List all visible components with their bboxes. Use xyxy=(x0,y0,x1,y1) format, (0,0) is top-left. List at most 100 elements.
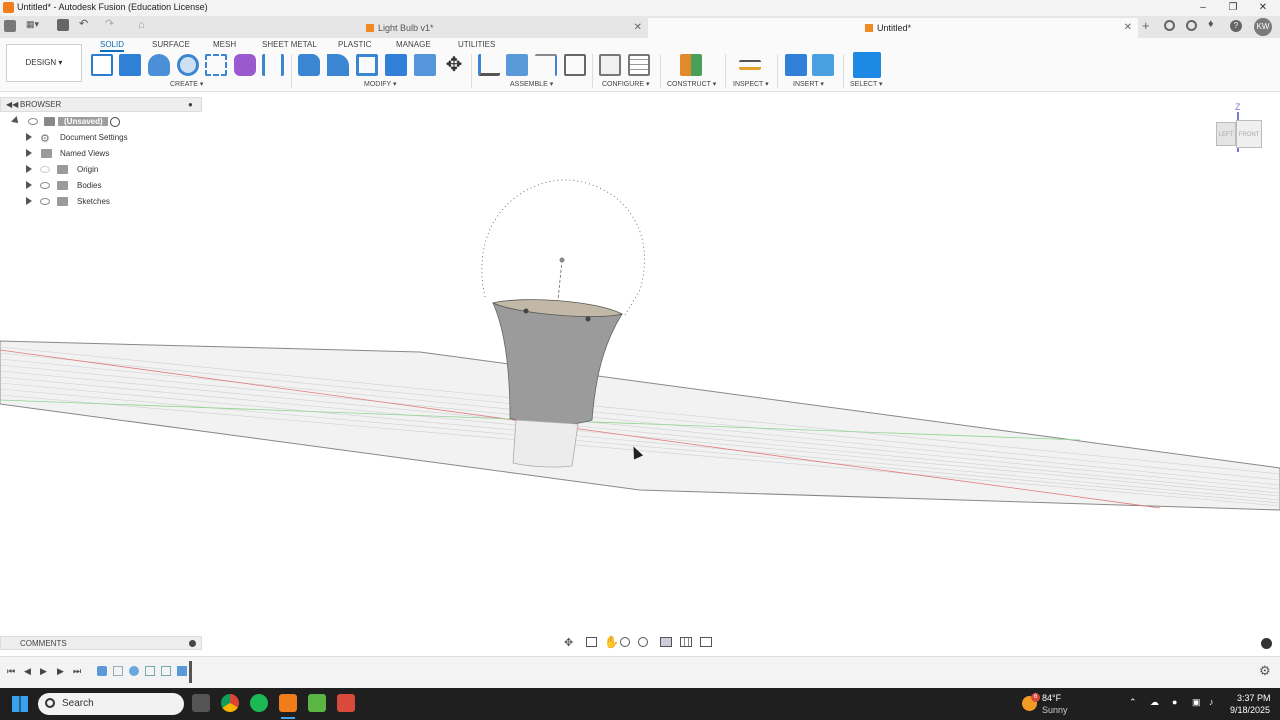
press-pull-icon[interactable] xyxy=(298,54,320,76)
close-tab-icon[interactable]: ✕ xyxy=(1124,18,1132,38)
display-icon[interactable]: ▣ xyxy=(1192,697,1201,708)
tray-overflow-icon[interactable]: ⌃ xyxy=(1129,697,1137,708)
combine-icon[interactable] xyxy=(385,54,407,76)
tab-untitled[interactable]: Untitled* ✕ xyxy=(648,18,1138,38)
tab-utilities[interactable]: UTILITIES xyxy=(458,40,495,49)
fit-zoom-icon[interactable] xyxy=(638,637,648,647)
activate-radio-icon[interactable] xyxy=(110,117,120,127)
shell-icon[interactable] xyxy=(356,54,378,76)
expand-icon[interactable] xyxy=(26,165,32,173)
as-built-joint-icon[interactable] xyxy=(535,54,557,76)
close-window-button[interactable]: ✕ xyxy=(1248,0,1278,16)
browser-pin-icon[interactable]: ● xyxy=(188,100,193,109)
timeline-revolve-icon[interactable] xyxy=(129,666,139,676)
look-at-icon[interactable] xyxy=(586,637,597,647)
comments-add-icon[interactable] xyxy=(189,640,196,647)
collapse-browser-icon[interactable]: ◀◀ xyxy=(6,100,18,109)
ai-assistant-icon[interactable] xyxy=(1261,638,1272,649)
configure-menu[interactable]: CONFIGURE ▾ xyxy=(602,80,649,88)
expand-icon[interactable] xyxy=(26,181,32,189)
spotify-icon[interactable] xyxy=(250,694,268,712)
microphone-icon[interactable]: ● xyxy=(1172,697,1177,707)
insert-canvas-icon[interactable] xyxy=(812,54,834,76)
app-icon[interactable] xyxy=(337,694,355,712)
form-icon[interactable] xyxy=(234,54,256,76)
timeline-start-icon[interactable]: ⏮ xyxy=(7,666,15,677)
display-settings-icon[interactable] xyxy=(660,637,672,647)
pan-hand-icon[interactable]: ✋ xyxy=(604,635,619,649)
timeline-back-icon[interactable]: ◀ xyxy=(24,666,31,677)
restore-button[interactable]: ❐ xyxy=(1218,0,1248,16)
visibility-eye-icon[interactable] xyxy=(40,166,50,173)
tab-mesh[interactable]: MESH xyxy=(213,40,236,49)
viewports-icon[interactable] xyxy=(700,637,712,647)
fillet-icon[interactable] xyxy=(327,54,349,76)
extensions-icon[interactable] xyxy=(1164,20,1175,31)
measure-icon[interactable] xyxy=(739,60,761,70)
configurations-icon[interactable] xyxy=(628,54,650,76)
browser-item-named-views[interactable]: Named Views xyxy=(0,146,202,162)
expand-icon[interactable] xyxy=(26,133,32,141)
tab-solid[interactable]: SOLID xyxy=(100,40,125,52)
extrude-icon[interactable] xyxy=(119,54,141,76)
insert-menu[interactable]: INSERT ▾ xyxy=(793,80,824,88)
tab-plastic[interactable]: PLASTIC xyxy=(338,40,371,49)
visibility-eye-icon[interactable] xyxy=(40,198,50,205)
expand-icon[interactable] xyxy=(11,116,21,126)
construct-menu[interactable]: CONSTRUCT ▾ xyxy=(667,80,716,88)
insert-derive-icon[interactable] xyxy=(785,54,807,76)
offset-plane-icon[interactable] xyxy=(680,54,702,76)
new-tab-icon[interactable]: + xyxy=(1142,18,1150,33)
create-sketch-icon[interactable] xyxy=(91,54,113,76)
tab-light-bulb[interactable]: Light Bulb v1* ✕ xyxy=(156,18,648,38)
zoom-icon[interactable] xyxy=(620,637,630,647)
timeline-sketch-icon[interactable] xyxy=(161,666,171,676)
tab-sheet-metal[interactable]: SHEET METAL xyxy=(262,40,317,49)
pattern-icon[interactable] xyxy=(205,54,227,76)
expand-icon[interactable] xyxy=(26,149,32,157)
timeline-settings-gear-icon[interactable]: ⚙ xyxy=(1259,663,1271,679)
workspace-switcher[interactable]: DESIGN ▾ xyxy=(6,44,82,82)
joint-icon[interactable] xyxy=(506,54,528,76)
clock-time[interactable]: 3:37 PM xyxy=(1237,693,1271,703)
fusion-taskbar-icon[interactable] xyxy=(279,694,297,712)
orbit-icon[interactable]: ✥ xyxy=(564,636,573,649)
modify-menu[interactable]: MODIFY ▾ xyxy=(364,80,397,88)
offset-face-icon[interactable] xyxy=(414,54,436,76)
minimize-button[interactable]: – xyxy=(1188,0,1218,16)
help-icon[interactable]: ? xyxy=(1230,20,1242,32)
job-status-icon[interactable] xyxy=(1186,20,1197,31)
browser-item-origin[interactable]: Origin xyxy=(0,162,202,178)
browser-item-bodies[interactable]: Bodies xyxy=(0,178,202,194)
chrome-icon[interactable] xyxy=(221,694,239,712)
timeline-marker[interactable] xyxy=(189,661,192,683)
joint-origin-icon[interactable] xyxy=(564,54,586,76)
timeline-feature-icon[interactable] xyxy=(97,666,107,676)
timeline-sketch-icon[interactable] xyxy=(113,666,123,676)
timeline-sketch-icon[interactable] xyxy=(145,666,155,676)
app-icon[interactable] xyxy=(308,694,326,712)
task-view-icon[interactable] xyxy=(192,694,210,712)
hole-icon[interactable] xyxy=(177,54,199,76)
view-cube-left-face[interactable]: LEFT xyxy=(1216,122,1236,146)
file-menu-icon[interactable]: ▦▾ xyxy=(26,19,46,30)
data-panel-icon[interactable] xyxy=(4,20,16,32)
tab-manage[interactable]: MANAGE xyxy=(396,40,431,49)
taskbar-search[interactable]: Search xyxy=(38,693,184,715)
create-menu[interactable]: CREATE ▾ xyxy=(170,80,203,88)
select-cursor-icon[interactable] xyxy=(853,52,881,78)
browser-root-item[interactable]: (Unsaved) xyxy=(0,114,202,130)
visibility-eye-icon[interactable] xyxy=(28,118,38,125)
move-copy-icon[interactable]: ✥ xyxy=(443,54,465,76)
browser-item-sketches[interactable]: Sketches xyxy=(0,194,202,210)
grid-settings-icon[interactable] xyxy=(680,637,692,647)
comments-panel-header[interactable]: COMMENTS xyxy=(0,636,202,650)
select-menu[interactable]: SELECT ▾ xyxy=(850,80,883,88)
fork-icon[interactable] xyxy=(262,54,284,76)
notifications-icon[interactable]: ♦ xyxy=(1208,18,1214,30)
visibility-eye-icon[interactable] xyxy=(40,182,50,189)
close-tab-icon[interactable]: ✕ xyxy=(634,18,642,38)
speaker-icon[interactable]: ♪ xyxy=(1209,697,1214,707)
timeline-play-icon[interactable]: ▶ xyxy=(40,666,47,677)
onedrive-cloud-icon[interactable]: ☁ xyxy=(1150,697,1159,708)
